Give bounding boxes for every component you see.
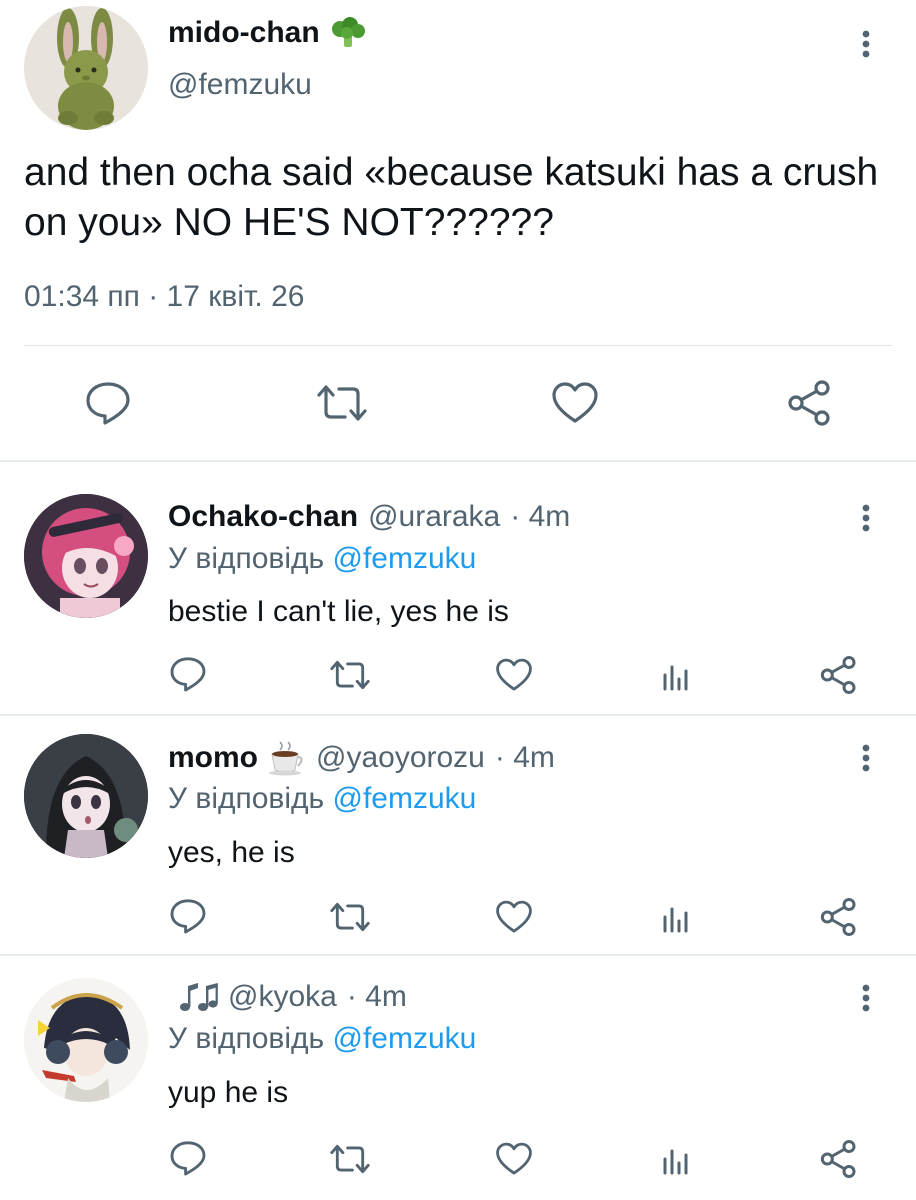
like-button[interactable]	[492, 656, 536, 694]
handle[interactable]: @kyoka	[228, 980, 337, 1014]
reply-button[interactable]	[166, 1138, 210, 1178]
share-button[interactable]	[818, 654, 860, 696]
share-button[interactable]	[818, 1138, 860, 1180]
anime-girl-avatar-image	[24, 494, 148, 618]
reply-time[interactable]: · 4m	[510, 500, 570, 534]
broccoli-icon	[331, 17, 365, 47]
avatar[interactable]	[24, 494, 148, 618]
views-icon	[663, 1149, 688, 1175]
more-vertical-icon[interactable]	[856, 26, 876, 66]
reply-time[interactable]: · 4m	[347, 980, 407, 1014]
avatar[interactable]	[24, 6, 148, 130]
retweet-icon	[330, 902, 370, 932]
reply-text: yes, he is	[168, 836, 295, 869]
display-name[interactable]: momo	[168, 741, 258, 775]
share-icon	[820, 898, 856, 936]
bunny-plush-avatar-image	[24, 6, 148, 130]
comment-icon	[86, 382, 130, 425]
reply-tweet[interactable]: momo @yaoyorozu · 4m У відповідь @femzuk…	[0, 716, 916, 954]
avatar[interactable]	[24, 978, 148, 1102]
share-icon	[820, 1140, 856, 1178]
share-button[interactable]	[784, 378, 836, 428]
reply-mention-link[interactable]: @femzuku	[333, 782, 477, 815]
anime-girl-avatar-image	[24, 734, 148, 858]
retweet-icon	[317, 385, 367, 421]
handle[interactable]: @yaoyorozu	[316, 741, 485, 775]
coffee-icon	[269, 741, 303, 776]
display-name-row: mido-chan	[168, 16, 366, 50]
reply-text: yup he is	[168, 1076, 289, 1109]
views-button[interactable]	[658, 1142, 694, 1178]
tweet-timestamp[interactable]: 01:34 пп · 17 квіт. 26	[24, 280, 304, 314]
retweet-button[interactable]	[326, 1140, 374, 1178]
share-icon	[820, 656, 856, 694]
retweet-button[interactable]	[326, 656, 374, 694]
replying-to: У відповідь @femzuku	[168, 782, 476, 816]
comment-icon	[170, 657, 206, 692]
retweet-icon	[330, 660, 370, 690]
reply-tweet[interactable]: @kyoka · 4m У відповідь @femzuku yup he …	[0, 956, 916, 1200]
reply-mention-link[interactable]: @femzuku	[333, 542, 477, 575]
comment-icon	[170, 1141, 206, 1176]
tweet-text: and then ocha said «because katsuki has …	[24, 151, 879, 244]
divider	[24, 345, 892, 346]
main-tweet: mido-chan @femzuku and then ocha said «b…	[0, 0, 916, 462]
comment-icon	[170, 899, 206, 934]
reply-text: bestie I can't lie, yes he is	[168, 595, 509, 628]
retweet-button[interactable]	[312, 380, 372, 426]
reply-tweet[interactable]: Ochako-chan @uraraka · 4m У відповідь @f…	[0, 462, 916, 714]
like-button[interactable]	[548, 380, 602, 426]
avatar[interactable]	[24, 734, 148, 858]
reply-mention-link[interactable]: @femzuku	[333, 1022, 477, 1055]
reply-button[interactable]	[166, 654, 210, 694]
views-icon	[663, 907, 688, 933]
handle[interactable]: @femzuku	[168, 68, 312, 102]
music-notes-icon	[180, 983, 218, 1011]
retweet-icon	[330, 1144, 370, 1174]
share-button[interactable]	[818, 896, 860, 938]
heart-icon	[496, 1142, 532, 1175]
reply-header: Ochako-chan @uraraka · 4m	[168, 500, 570, 534]
replying-to-label: У відповідь	[168, 782, 333, 815]
like-button[interactable]	[492, 1140, 536, 1178]
reply-button[interactable]	[166, 896, 210, 936]
retweet-button[interactable]	[326, 898, 374, 936]
replying-to-label: У відповідь	[168, 542, 333, 575]
replying-to-label: У відповідь	[168, 1022, 333, 1055]
views-button[interactable]	[658, 900, 694, 936]
heart-icon	[496, 900, 532, 933]
display-name[interactable]: mido-chan	[168, 16, 320, 50]
heart-icon	[552, 382, 598, 423]
replying-to: У відповідь @femzuku	[168, 542, 476, 576]
display-name[interactable]: Ochako-chan	[168, 500, 358, 534]
views-button[interactable]	[658, 658, 694, 694]
more-vertical-icon[interactable]	[856, 500, 876, 540]
heart-icon	[496, 658, 532, 691]
like-button[interactable]	[492, 898, 536, 936]
reply-button[interactable]	[80, 378, 136, 428]
views-icon	[663, 665, 688, 691]
anime-girl-avatar-image	[24, 978, 148, 1102]
replying-to: У відповідь @femzuku	[168, 1022, 476, 1056]
handle[interactable]: @uraraka	[368, 500, 500, 534]
reply-header: @kyoka · 4m	[168, 980, 407, 1014]
reply-header: momo @yaoyorozu · 4m	[168, 740, 555, 776]
share-icon	[788, 380, 830, 426]
more-vertical-icon[interactable]	[856, 740, 876, 780]
reply-time[interactable]: · 4m	[495, 741, 555, 775]
more-vertical-icon[interactable]	[856, 980, 876, 1020]
